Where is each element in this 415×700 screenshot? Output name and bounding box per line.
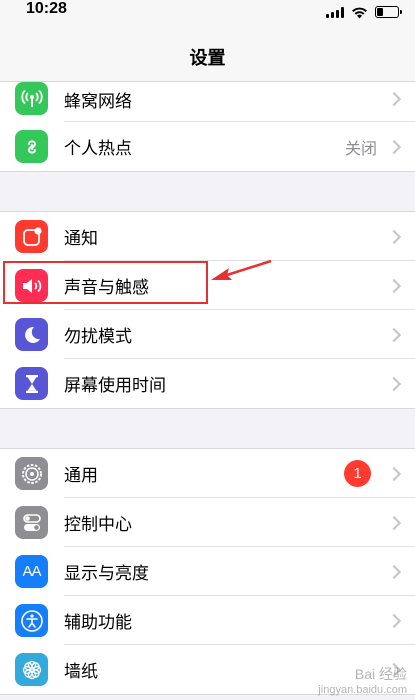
wallpaper-icon: [15, 653, 48, 686]
settings-row-label: 辅助功能: [64, 613, 132, 633]
settings-row-display-brightness[interactable]: AA 显示与亮度: [0, 547, 415, 596]
watermark-url: jingyan.baidu.com: [318, 684, 407, 696]
cellular-signal-icon: [326, 6, 344, 18]
annotation-arrow-icon: [211, 259, 272, 280]
chevron-right-icon: [386, 327, 402, 342]
moon-icon: [15, 318, 48, 351]
display-icon-text: AA: [22, 563, 41, 580]
settings-row-notifications[interactable]: 通知: [0, 212, 415, 261]
settings-row-screen-time[interactable]: 屏幕使用时间: [0, 359, 415, 408]
settings-row-do-not-disturb[interactable]: 勿扰模式: [0, 310, 415, 359]
chevron-right-icon: [386, 91, 402, 107]
settings-row-control-center[interactable]: 控制中心: [0, 498, 415, 547]
chevron-right-icon: [386, 466, 402, 481]
settings-row-label: 勿扰模式: [64, 327, 132, 347]
settings-row-general[interactable]: 通用 1: [0, 449, 415, 498]
settings-row-label: 通用: [64, 466, 98, 486]
chevron-right-icon: [386, 139, 402, 154]
chevron-right-icon: [386, 376, 402, 391]
watermark-logo-text: Bai 经验: [354, 666, 407, 682]
settings-row-accessibility[interactable]: 辅助功能: [0, 596, 415, 645]
hotspot-status-value: 关闭: [344, 138, 377, 158]
settings-list: 蜂窝网络 个人热点 关闭 通知 声音与触感 勿扰模式 屏幕使用时间 通用 1 控…: [0, 82, 415, 695]
settings-group-network: 蜂窝网络 个人热点 关闭: [0, 82, 415, 172]
watermark: Bai 经验 jingyan.baidu.com: [318, 664, 407, 696]
notification-icon: [15, 220, 48, 253]
status-time: 10:28: [26, 0, 67, 17]
settings-row-label: 个人热点: [64, 139, 132, 159]
navigation-bar: 设置: [0, 26, 415, 82]
annotation-highlight-box: [3, 261, 208, 304]
cellular-icon: [15, 82, 48, 115]
chevron-right-icon: [386, 278, 402, 293]
display-icon: AA: [15, 555, 48, 588]
toggles-icon: [15, 506, 48, 539]
status-icons: [326, 4, 402, 20]
chevron-right-icon: [386, 515, 402, 530]
battery-icon: [375, 6, 402, 18]
settings-row-label: 显示与亮度: [64, 564, 149, 584]
settings-row-label: 控制中心: [64, 515, 132, 535]
accessibility-icon: [15, 604, 48, 637]
page-title: 设置: [189, 48, 226, 69]
settings-group-notifications: 通知 声音与触感 勿扰模式 屏幕使用时间: [0, 211, 415, 409]
settings-row-label: 墙纸: [64, 662, 98, 682]
chevron-right-icon: [386, 564, 402, 579]
gear-icon: [15, 457, 48, 490]
settings-row-label: 蜂窝网络: [64, 92, 132, 112]
settings-group-general: 通用 1 控制中心 AA 显示与亮度 辅助功能 墙纸: [0, 448, 415, 695]
wifi-icon: [352, 7, 367, 18]
settings-row-label: 屏幕使用时间: [64, 376, 166, 396]
chevron-right-icon: [386, 229, 402, 244]
update-badge: 1: [344, 460, 371, 487]
settings-row-label: 通知: [64, 229, 98, 249]
hourglass-icon: [15, 367, 48, 400]
settings-row-cellular[interactable]: 蜂窝网络: [0, 82, 415, 122]
hotspot-icon: [15, 130, 48, 163]
status-bar: 10:28: [0, 0, 415, 26]
chevron-right-icon: [386, 613, 402, 628]
settings-row-hotspot[interactable]: 个人热点 关闭: [0, 122, 415, 171]
